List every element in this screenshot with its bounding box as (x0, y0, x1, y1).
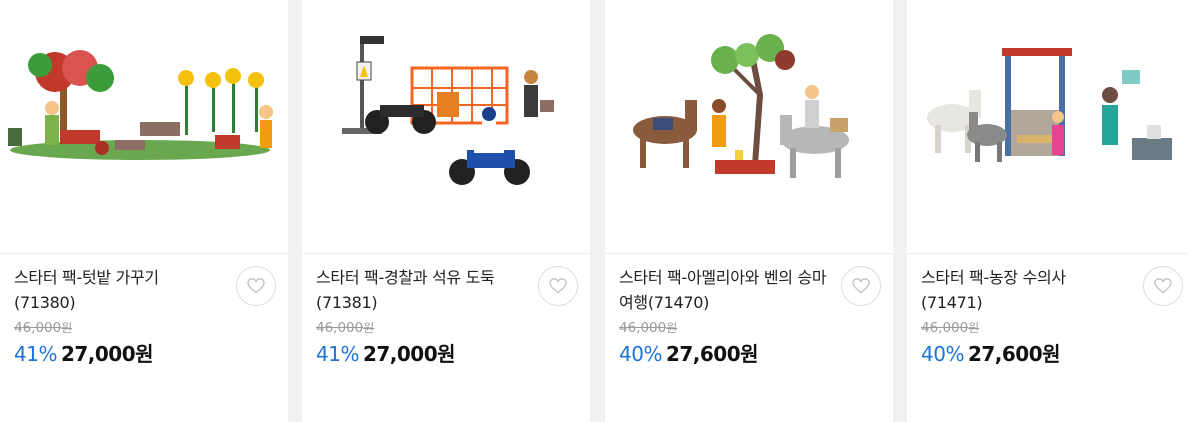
currency: 원 (61, 321, 73, 335)
police-motorbike-playset-image (342, 36, 554, 185)
currency: 원 (363, 321, 375, 335)
product-grid: 스타터 팩-텃밭 가꾸기 (71380) 46,000원 41%27,000원 (0, 0, 1188, 422)
currency: 원 (666, 321, 678, 335)
wishlist-button[interactable] (538, 266, 578, 306)
card-divider (302, 253, 590, 254)
original-price-value: 46,000 (921, 320, 969, 336)
heart-outline-icon (1154, 278, 1172, 294)
product-image[interactable] (907, 0, 1188, 253)
price-row: 41% 27,000원 (316, 338, 456, 368)
card-divider (0, 253, 288, 254)
product-image[interactable] (302, 0, 590, 253)
discount-rate: 40% (921, 342, 964, 366)
price-row: 40% 27,600원 (921, 338, 1061, 368)
sale-price: 27,600원 (665, 342, 759, 366)
original-price: 46,000원 (14, 319, 72, 336)
sale-price: 27,000원 (60, 342, 154, 366)
product-card[interactable]: 스타터 팩-농장 수의사 (71471) 46,000원 40% 27,600원 (907, 0, 1188, 422)
original-price: 46,000원 (619, 319, 677, 336)
product-title[interactable]: 스타터 팩-텃밭 가꾸기 (71380) (14, 265, 224, 315)
original-price: 46,000원 (316, 319, 374, 336)
horse-riding-playset-image (633, 34, 849, 178)
farm-vet-playset-image (927, 48, 1172, 162)
product-title[interactable]: 스타터 팩-경찰과 석유 도둑 (71381) (316, 265, 526, 315)
product-image[interactable] (605, 0, 893, 253)
product-title[interactable]: 스타터 팩-농장 수의사 (71471) (921, 265, 1131, 315)
wishlist-button[interactable] (236, 266, 276, 306)
sale-price: 27,600원 (967, 342, 1061, 366)
price-row: 41% 27,000원 (14, 338, 154, 368)
product-image[interactable] (0, 0, 288, 253)
discount-rate: 41% (14, 342, 57, 366)
heart-outline-icon (247, 278, 265, 294)
card-divider (605, 253, 893, 254)
product-card[interactable]: 스타터 팩-경찰과 석유 도둑 (71381) 46,000원 41% 27,00… (302, 0, 590, 422)
original-price: 46,000원 (921, 319, 979, 336)
price-row: 40% 27,600원 (619, 338, 759, 368)
card-divider (907, 253, 1188, 254)
heart-outline-icon (549, 278, 567, 294)
discount-rate: 41% (316, 342, 359, 366)
product-title[interactable]: 스타터 팩-아멜리아와 벤의 승마 여행(71470) (619, 265, 829, 315)
sale-price: 27,000원 (362, 342, 456, 366)
currency: 원 (968, 321, 980, 335)
discount-rate: 40% (619, 342, 662, 366)
heart-outline-icon (852, 278, 870, 294)
product-card[interactable]: 스타터 팩-아멜리아와 벤의 승마 여행(71470) 46,000원 40% 2… (605, 0, 893, 422)
original-price-value: 46,000 (14, 320, 62, 336)
wishlist-button[interactable] (841, 266, 881, 306)
original-price-value: 46,000 (316, 320, 364, 336)
garden-playset-image (8, 50, 273, 160)
wishlist-button[interactable] (1143, 266, 1183, 306)
product-card[interactable]: 스타터 팩-텃밭 가꾸기 (71380) 46,000원 41% 27,000원 (0, 0, 288, 422)
original-price-value: 46,000 (619, 320, 667, 336)
